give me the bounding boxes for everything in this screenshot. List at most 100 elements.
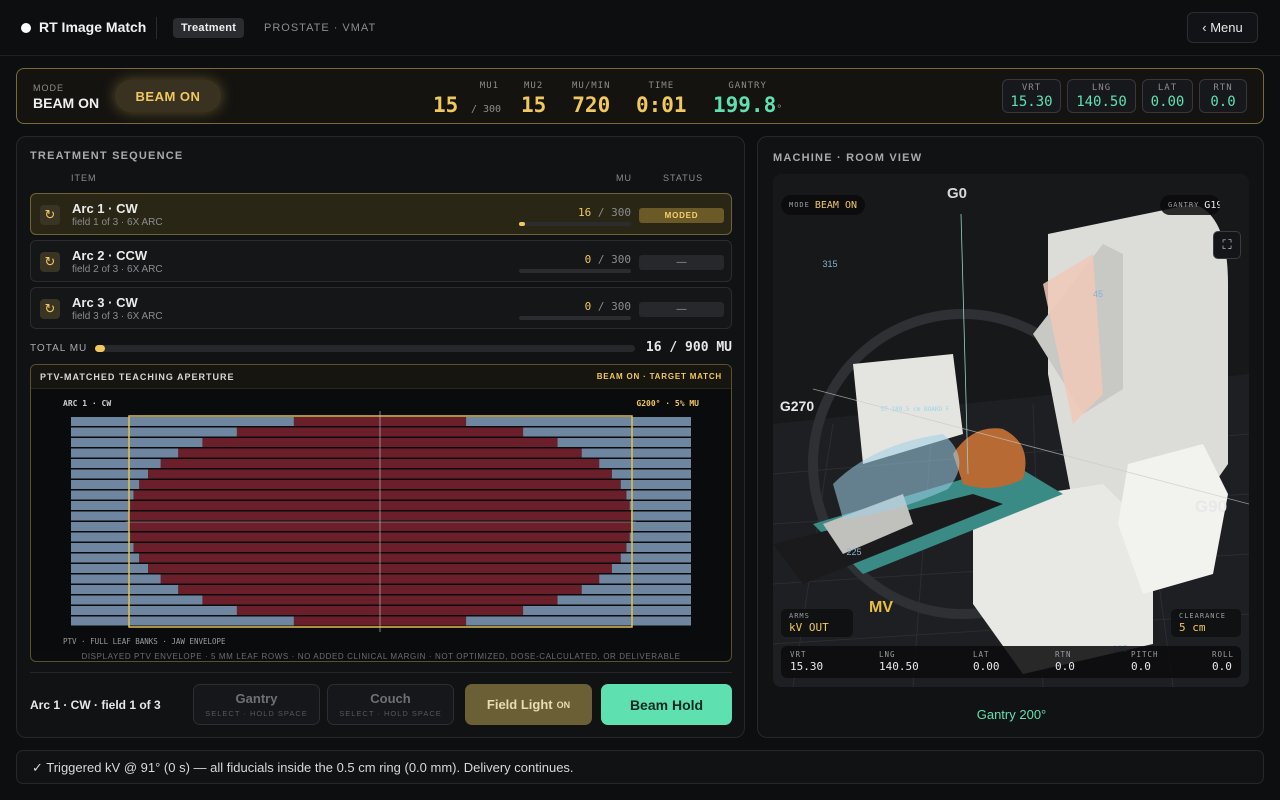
field-mu: 16 / 300: [551, 206, 631, 219]
mode-value: BEAM ON: [33, 95, 100, 111]
mlc-leaf-right: [466, 616, 691, 626]
readout-label: VRT: [790, 650, 807, 659]
gantry-chip-key: GANTRY: [1168, 201, 1200, 209]
field-progress: [519, 316, 631, 320]
aperture-state: BEAM ON · TARGET MATCH: [596, 372, 722, 381]
mlc-leaf-right: [630, 522, 691, 531]
app-title: RT Image Match: [39, 19, 147, 35]
mu2-metric: MU2 15: [521, 81, 546, 117]
mode-chip-value: BEAM ON: [814, 199, 858, 211]
beam-status-strip: MODE BEAM ON BEAM ON MU1 15 / 300 MU2 15…: [16, 68, 1264, 124]
time-value: 0:01: [636, 93, 687, 117]
aperture-footnote: DISPLAYED PTV ENVELOPE · 5 MM LEAF ROWS …: [81, 652, 681, 661]
coord-lng: LNG 140.50: [1067, 79, 1136, 113]
readout-value: 0.0: [1212, 660, 1232, 673]
field-mu-value: 16: [578, 206, 592, 219]
field-progress: [519, 269, 631, 273]
room-viewport[interactable]: G0 G90 G270 315 45 225 135 MV ST 189.5 c…: [773, 174, 1249, 687]
mlc-leaf-right: [557, 438, 691, 447]
fullscreen-icon[interactable]: ⛶: [1213, 231, 1241, 259]
field-light-label: Field Light: [486, 697, 553, 712]
arc-rotate-icon: ↻: [40, 252, 60, 272]
mlc-leaf-left: [71, 427, 237, 437]
gantry-button[interactable]: Gantry SELECT · HOLD SPACE: [193, 684, 320, 725]
total-mu-fill: [95, 345, 105, 352]
col-item: ITEM: [71, 173, 97, 183]
rate-label: MU/MIN: [572, 81, 611, 91]
g90-label: G90: [1195, 497, 1227, 516]
mlc-leaf-left: [71, 417, 294, 426]
mode-pill[interactable]: Treatment: [173, 18, 245, 38]
field-mu-value: 0: [584, 253, 592, 266]
mlc-leaf-right: [630, 511, 691, 521]
mode-chip: MODE BEAM ON: [781, 195, 866, 215]
coord-label: LAT: [1157, 83, 1178, 93]
mlc-leaf-left: [71, 448, 179, 458]
time-label: TIME: [648, 81, 675, 91]
col-status: STATUS: [663, 173, 704, 183]
readout-lng: LNG 140.50: [879, 650, 919, 673]
beam-hold-button[interactable]: Beam Hold: [601, 684, 732, 725]
arc-label: ARC 1 · CW: [63, 399, 111, 408]
mode-label: MODE: [33, 83, 64, 93]
mv-label: MV: [869, 599, 893, 616]
sequence-row[interactable]: ↻ Arc 2 · CCW field 2 of 3 · 6X ARC 0 / …: [30, 240, 732, 282]
readout-roll: ROLL 0.0: [1212, 650, 1234, 673]
couch-button-label: Couch: [370, 691, 411, 706]
status-badge: —: [639, 255, 724, 270]
gantry-metric: GANTRY 199.8°: [713, 81, 782, 117]
aperture-legend: PTV · FULL LEAF BANKS · JAW ENVELOPE: [63, 637, 226, 646]
arms-tag: ARMS kV OUT: [781, 609, 853, 637]
couch-button-hint: SELECT · HOLD SPACE: [339, 709, 442, 718]
mlc-leaf-left: [71, 585, 179, 594]
mlc-leaf-right: [581, 585, 691, 594]
mlc-leaf-left: [71, 438, 203, 447]
gantry-button-hint: SELECT · HOLD SPACE: [205, 709, 308, 718]
readout-label: PITCH: [1131, 650, 1159, 659]
coord-rtn: RTN 0.0: [1199, 79, 1247, 113]
mlc-leaf-left: [71, 511, 130, 521]
mlc-leaf-right: [599, 459, 691, 468]
gantry-unit: °: [776, 104, 783, 115]
coord-value: 15.30: [1010, 94, 1053, 110]
mlc-leaf-left: [71, 490, 134, 500]
beam-on-button[interactable]: BEAM ON: [115, 80, 221, 112]
mlc-leaf-right: [611, 469, 691, 479]
gantry-label: GANTRY: [728, 81, 767, 91]
status-badge: —: [639, 302, 724, 317]
field-mu-value: 0: [584, 300, 592, 313]
clearance-tag: CLEARANCE 5 cm: [1171, 609, 1241, 637]
couch-button[interactable]: Couch SELECT · HOLD SPACE: [327, 684, 454, 725]
field-mu-total: / 300: [597, 206, 631, 219]
field-name: Arc 1 · CW: [72, 201, 138, 216]
mlc-leaf-left: [71, 543, 134, 552]
divider: [156, 17, 157, 39]
mlc-leaf-left: [71, 606, 237, 615]
mlc-leaf-left: [71, 595, 203, 605]
menu-button[interactable]: ‹ Menu: [1187, 12, 1258, 43]
mlc-leaf-right: [611, 564, 691, 573]
couch-readout: VRT 15.30 LNG 140.50 LAT 0.00 RTN 0.0 PITCH 0…: [781, 646, 1241, 678]
readout-label: LAT: [973, 650, 990, 659]
arms-key: ARMS: [789, 612, 810, 620]
mlc-leaf-left: [71, 532, 131, 542]
time-metric: TIME 0:01: [636, 81, 687, 117]
field-meta: field 3 of 3 · 6X ARC: [72, 311, 163, 322]
sequence-row[interactable]: ↻ Arc 3 · CW field 3 of 3 · 6X ARC 0 / 3…: [30, 287, 732, 329]
field-mu-total: / 300: [597, 253, 631, 266]
mu1-label: MU1: [479, 81, 500, 91]
mu2-value: 15: [521, 93, 547, 117]
mlc-leaf-left: [71, 574, 161, 584]
clearance-value: 5 cm: [1179, 621, 1206, 634]
readout-label: ROLL: [1212, 650, 1235, 659]
coord-label: VRT: [1021, 83, 1042, 93]
readout-pitch: PITCH 0.0: [1131, 650, 1159, 673]
mu1-value: 15: [433, 93, 459, 117]
breadcrumb: PROSTATE · VMAT: [264, 22, 377, 34]
field-light-button[interactable]: Field Light ON: [465, 684, 592, 725]
sequence-row[interactable]: ↻ Arc 1 · CW field 1 of 3 · 6X ARC 16 / …: [30, 193, 732, 235]
col-mu: MU: [616, 173, 632, 183]
arms-value: kV OUT: [789, 621, 829, 634]
treatment-panel: TREATMENT SEQUENCE ITEM MU STATUS ↻ Arc …: [16, 136, 745, 738]
current-field: Arc 1 · CW · field 1 of 3: [30, 698, 161, 712]
